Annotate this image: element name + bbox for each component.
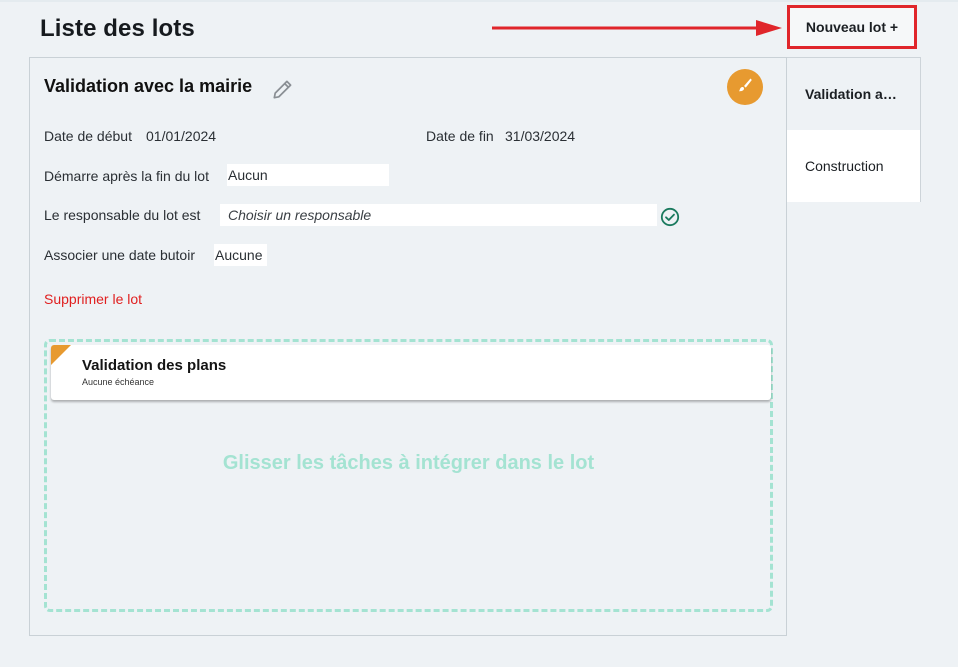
end-date-value[interactable]: 31/03/2024: [505, 128, 575, 144]
delete-lot-link[interactable]: Supprimer le lot: [44, 291, 142, 307]
depends-on-label: Démarre après la fin du lot: [44, 168, 209, 184]
end-date-label: Date de fin: [426, 128, 494, 144]
annotation-arrow: [492, 20, 782, 36]
dropzone-hint: Glisser les tâches à intégrer dans le lo…: [222, 452, 595, 474]
deadline-label: Associer une date butoir: [44, 247, 195, 263]
owner-label: Le responsable du lot est: [44, 207, 201, 223]
lot-list-item-label: Construction: [805, 158, 884, 174]
depends-on-select[interactable]: Aucun: [227, 164, 389, 186]
start-date-value[interactable]: 01/01/2024: [146, 128, 216, 144]
pencil-icon[interactable]: [270, 76, 296, 107]
lot-title: Validation avec la mairie: [44, 76, 253, 96]
lot-detail-panel: Validation avec la mairie Date de début …: [29, 57, 787, 636]
paintbrush-icon: [737, 77, 753, 98]
task-title: Validation des plans: [82, 357, 227, 374]
new-lot-button[interactable]: Nouveau lot +: [787, 5, 917, 49]
task-dropzone[interactable]: Validation des plans Aucune échéance Gli…: [44, 339, 773, 612]
lot-list-item-active[interactable]: Validation avec la mairie: [787, 58, 920, 130]
task-color-marker: [51, 345, 71, 365]
owner-input[interactable]: Choisir un responsable: [220, 204, 657, 226]
page-title: Liste des lots: [40, 15, 195, 42]
deadline-select[interactable]: Aucune: [214, 244, 267, 266]
color-picker-button[interactable]: [727, 69, 763, 105]
check-circle-icon[interactable]: [660, 207, 680, 232]
lot-list-item-label: Validation avec la mairie: [805, 86, 902, 102]
task-card[interactable]: Validation des plans Aucune échéance: [51, 345, 771, 400]
lot-list-item[interactable]: Construction: [787, 130, 920, 202]
start-date-label: Date de début: [44, 128, 132, 144]
lot-list: Validation avec la mairie Construction: [787, 57, 921, 202]
top-border: [0, 0, 958, 2]
task-due-date: Aucune échéance: [82, 377, 155, 387]
